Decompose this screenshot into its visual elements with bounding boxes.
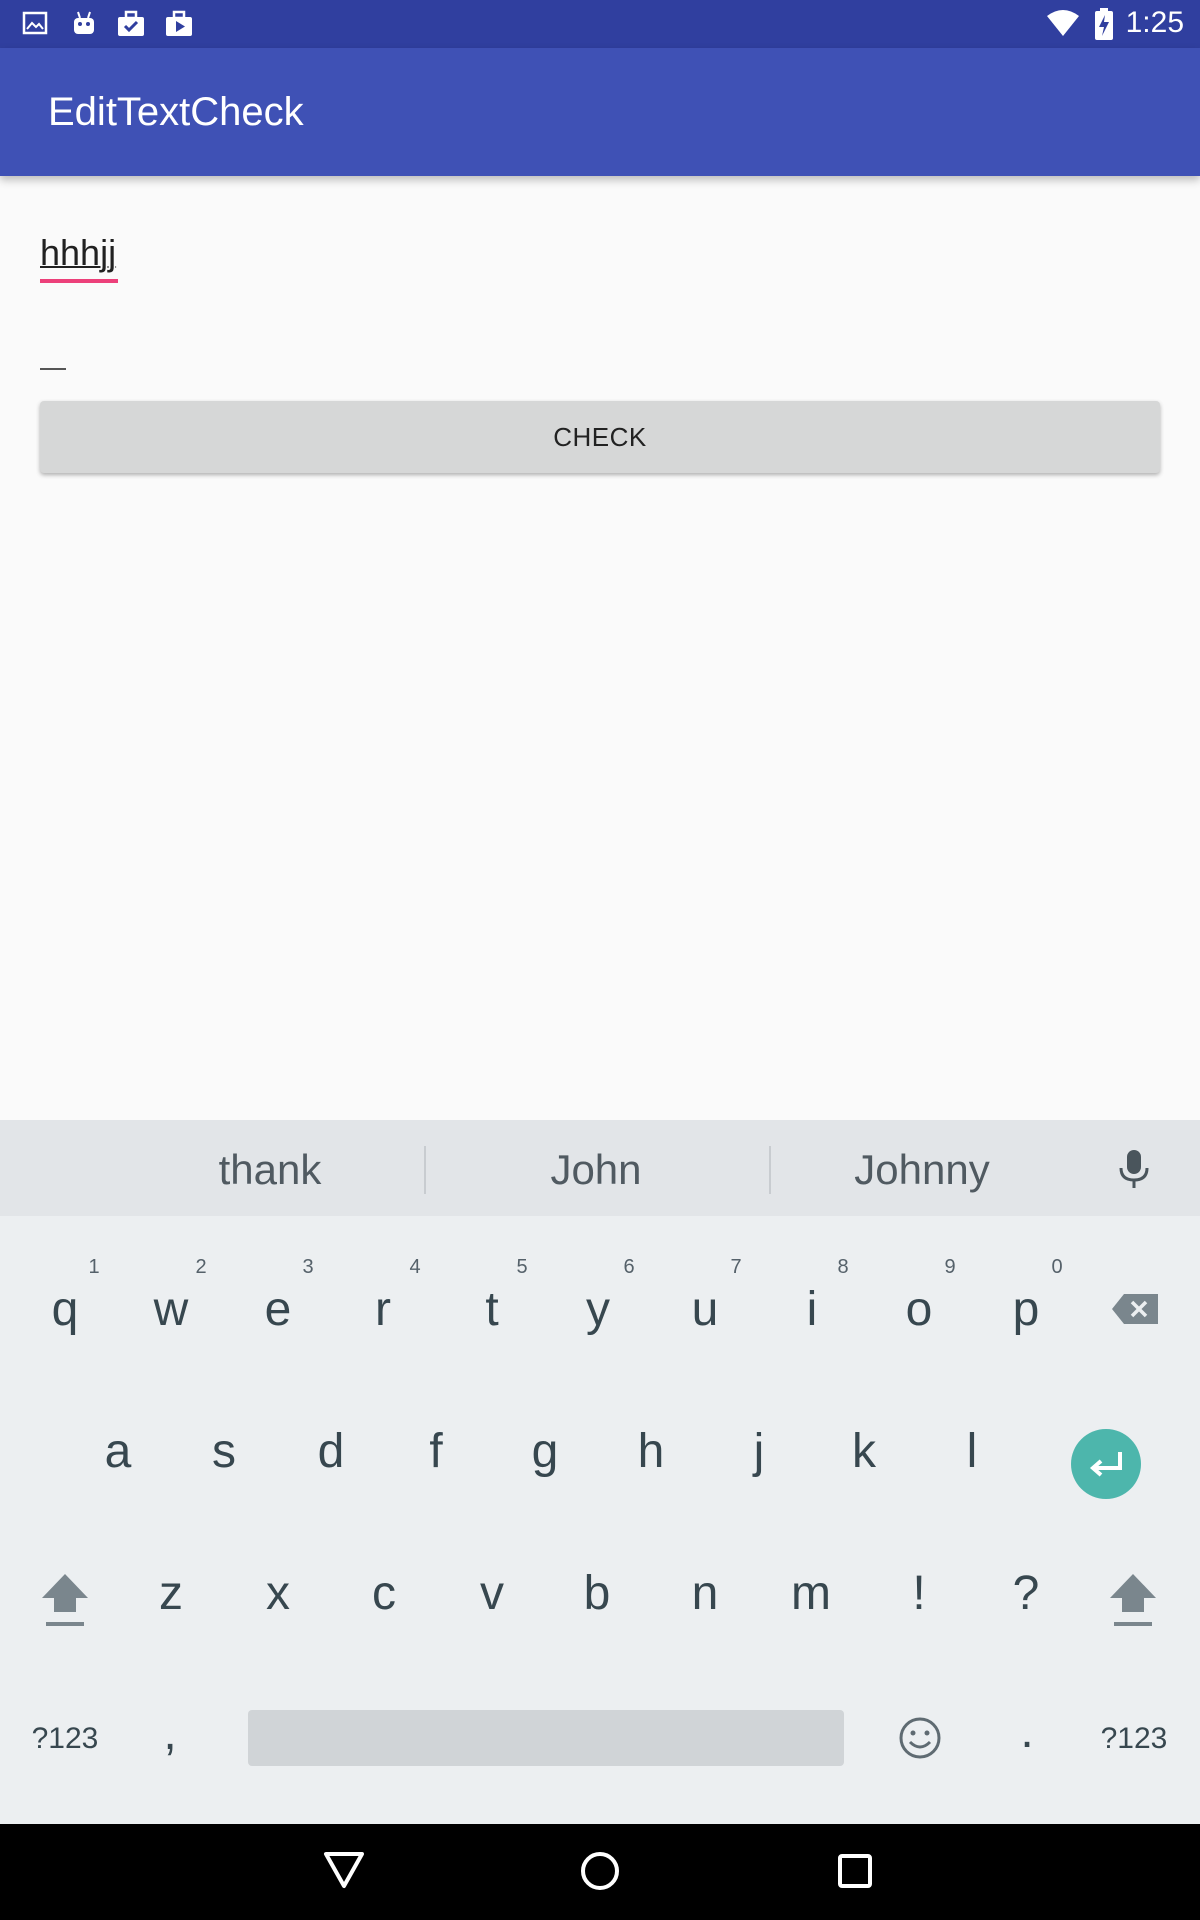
key-i[interactable]: i bbox=[787, 1282, 837, 1337]
key-period[interactable]: . bbox=[1002, 1704, 1052, 1759]
key-q[interactable]: q bbox=[40, 1282, 90, 1337]
key-y[interactable]: y bbox=[573, 1282, 623, 1337]
wifi-icon bbox=[1047, 10, 1079, 36]
key-hint: 2 bbox=[195, 1256, 207, 1278]
suggestion-1[interactable]: thank bbox=[150, 1146, 390, 1194]
shift-right-icon[interactable] bbox=[1108, 1572, 1158, 1630]
backspace-icon[interactable] bbox=[1110, 1292, 1160, 1326]
recents-icon[interactable] bbox=[836, 1852, 874, 1890]
key-o[interactable]: o bbox=[894, 1282, 944, 1337]
symbols-key-right[interactable]: ?123 bbox=[1088, 1722, 1180, 1756]
enter-icon[interactable] bbox=[1070, 1428, 1142, 1500]
edit-text-field-2[interactable] bbox=[40, 368, 66, 370]
key-hint: 0 bbox=[1051, 1256, 1063, 1278]
key-hint: 1 bbox=[88, 1256, 100, 1278]
key-hint: 3 bbox=[302, 1256, 314, 1278]
shift-left-icon[interactable] bbox=[40, 1572, 90, 1630]
key-n[interactable]: n bbox=[680, 1566, 730, 1621]
key-hint: 6 bbox=[623, 1256, 635, 1278]
key-l[interactable]: l bbox=[947, 1424, 997, 1479]
clock: 1:25 bbox=[1125, 6, 1184, 39]
key-t[interactable]: t bbox=[467, 1282, 517, 1337]
suggestion-strip: thank John Johnny bbox=[0, 1120, 1200, 1216]
key-b[interactable]: b bbox=[572, 1566, 622, 1621]
soft-keyboard: thank John Johnny 1 q 2 w 3 e 4 r 5 t 6 … bbox=[0, 1120, 1200, 1824]
key-g[interactable]: g bbox=[520, 1424, 570, 1479]
android-icon bbox=[74, 11, 94, 34]
key-x[interactable]: x bbox=[253, 1566, 303, 1621]
app-bar: EditTextCheck bbox=[0, 48, 1200, 176]
edit-text-focus-underline bbox=[40, 279, 118, 283]
suggestion-3[interactable]: Johnny bbox=[800, 1146, 1044, 1194]
battery-charging-icon bbox=[1095, 8, 1113, 40]
check-button[interactable]: CHECK bbox=[40, 401, 1160, 473]
symbols-key-left[interactable]: ?123 bbox=[20, 1722, 110, 1756]
navigation-bar bbox=[0, 1824, 1200, 1920]
key-p[interactable]: p bbox=[1001, 1282, 1051, 1337]
key-r[interactable]: r bbox=[358, 1282, 408, 1337]
key-f[interactable]: f bbox=[411, 1424, 461, 1479]
briefcase-check-icon bbox=[118, 10, 144, 36]
key-hint: 8 bbox=[837, 1256, 849, 1278]
key-hint: 7 bbox=[730, 1256, 742, 1278]
back-icon[interactable] bbox=[322, 1850, 366, 1890]
space-bar[interactable] bbox=[248, 1710, 844, 1766]
status-bar: 1:25 bbox=[0, 0, 1200, 48]
key-a[interactable]: a bbox=[93, 1424, 143, 1479]
key-s[interactable]: s bbox=[199, 1424, 249, 1479]
key-v[interactable]: v bbox=[467, 1566, 517, 1621]
key-h[interactable]: h bbox=[626, 1424, 676, 1479]
key-u[interactable]: u bbox=[680, 1282, 730, 1337]
key-j[interactable]: j bbox=[734, 1424, 784, 1479]
key-d[interactable]: d bbox=[306, 1424, 356, 1479]
emoji-icon[interactable] bbox=[898, 1716, 942, 1760]
suggestion-2[interactable]: John bbox=[476, 1146, 716, 1194]
suggestion-divider bbox=[769, 1146, 771, 1194]
key-m[interactable]: m bbox=[786, 1566, 836, 1621]
image-icon bbox=[22, 11, 48, 35]
key-k[interactable]: k bbox=[839, 1424, 889, 1479]
key-e[interactable]: e bbox=[253, 1282, 303, 1337]
suggestion-divider bbox=[424, 1146, 426, 1194]
edit-text-field[interactable]: hhhjj bbox=[40, 232, 116, 274]
key-question[interactable]: ? bbox=[1001, 1566, 1051, 1621]
microphone-icon[interactable] bbox=[1116, 1148, 1152, 1192]
key-hint: 9 bbox=[944, 1256, 956, 1278]
briefcase-play-icon bbox=[166, 10, 192, 36]
key-hint: 5 bbox=[516, 1256, 528, 1278]
key-comma[interactable]: , bbox=[145, 1706, 195, 1761]
app-title: EditTextCheck bbox=[48, 90, 304, 134]
home-icon[interactable] bbox=[579, 1850, 621, 1892]
key-hint: 4 bbox=[409, 1256, 421, 1278]
key-z[interactable]: z bbox=[146, 1566, 196, 1621]
key-c[interactable]: c bbox=[359, 1566, 409, 1621]
key-w[interactable]: w bbox=[146, 1282, 196, 1337]
key-exclamation[interactable]: ! bbox=[894, 1566, 944, 1621]
